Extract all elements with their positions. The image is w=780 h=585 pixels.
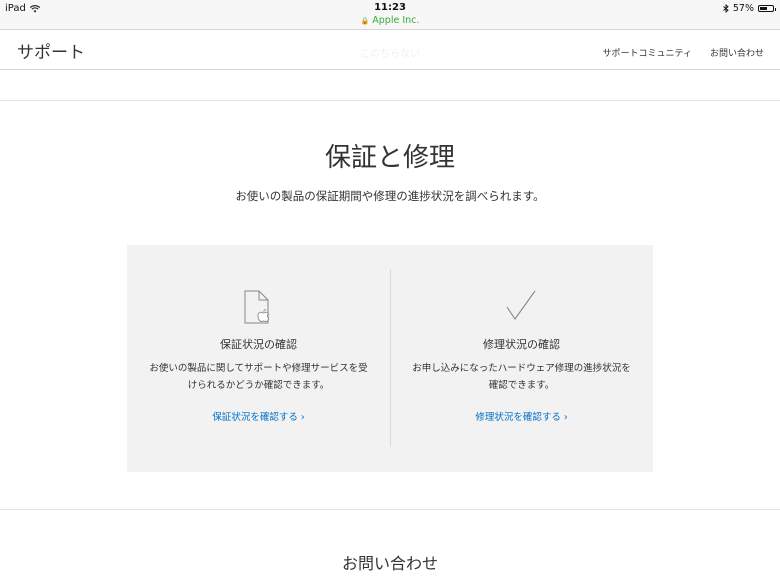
- battery-icon: [758, 5, 776, 12]
- repair-description: お申し込みになったハードウェア修理の進捗状況を 確認できます。: [410, 360, 633, 394]
- warranty-card: 保証状況の確認 お使いの製品に関してサポートや修理サービスを受 けられるかどうか…: [127, 245, 390, 472]
- site-nav: サポート このちらない サポートコミュニティ お問い合わせ: [0, 31, 780, 70]
- description-line: お使いの製品に関してサポートや修理サービスを受: [149, 363, 368, 374]
- address-bar[interactable]: 🔒 Apple Inc.: [0, 15, 780, 26]
- status-right: 57%: [723, 3, 776, 14]
- description-line: お申し込みになったハードウェア修理の進捗状況を: [412, 363, 631, 374]
- description-line: けられるかどうか確認できます。: [187, 380, 330, 391]
- support-title[interactable]: サポート: [17, 38, 85, 63]
- divider: [0, 509, 780, 510]
- page-subtitle: お使いの製品の保証期間や修理の進捗状況を調べられます。: [235, 189, 545, 203]
- checkmark-icon: [506, 290, 536, 320]
- check-repair-link[interactable]: 修理状況を確認する ›: [390, 409, 653, 423]
- description-line: 確認できます。: [488, 380, 555, 391]
- options-panel: 保証状況の確認 お使いの製品に関してサポートや修理サービスを受 けられるかどうか…: [127, 245, 653, 472]
- nav-link-contact[interactable]: お問い合わせ: [710, 46, 764, 59]
- faded-nav-text: このちらない: [360, 49, 420, 60]
- nav-links: サポートコミュニティ お問い合わせ: [603, 46, 764, 59]
- url-text: Apple Inc.: [372, 15, 420, 26]
- warranty-description: お使いの製品に関してサポートや修理サービスを受 けられるかどうか確認できます。: [147, 360, 370, 394]
- status-bar: iPad 11:23 57% 🔒 Apple Inc.: [0, 0, 780, 30]
- check-warranty-link[interactable]: 保証状況を確認する ›: [127, 409, 390, 423]
- warranty-title: 保証状況の確認: [220, 338, 297, 351]
- lock-icon: 🔒: [360, 17, 370, 25]
- bluetooth-icon: [723, 4, 729, 13]
- nav-link-community[interactable]: サポートコミュニティ: [603, 46, 692, 59]
- divider: [0, 100, 780, 101]
- repair-card: 修理状況の確認 お申し込みになったハードウェア修理の進捗状況を 確認できます。 …: [390, 245, 653, 472]
- clock: 11:23: [374, 2, 406, 13]
- page-title: 保証と修理: [324, 143, 455, 173]
- repair-title: 修理状況の確認: [483, 338, 560, 351]
- battery-percent: 57%: [732, 3, 754, 14]
- contact-heading: お問い合わせ: [341, 554, 438, 573]
- document-apple-icon: [244, 290, 270, 324]
